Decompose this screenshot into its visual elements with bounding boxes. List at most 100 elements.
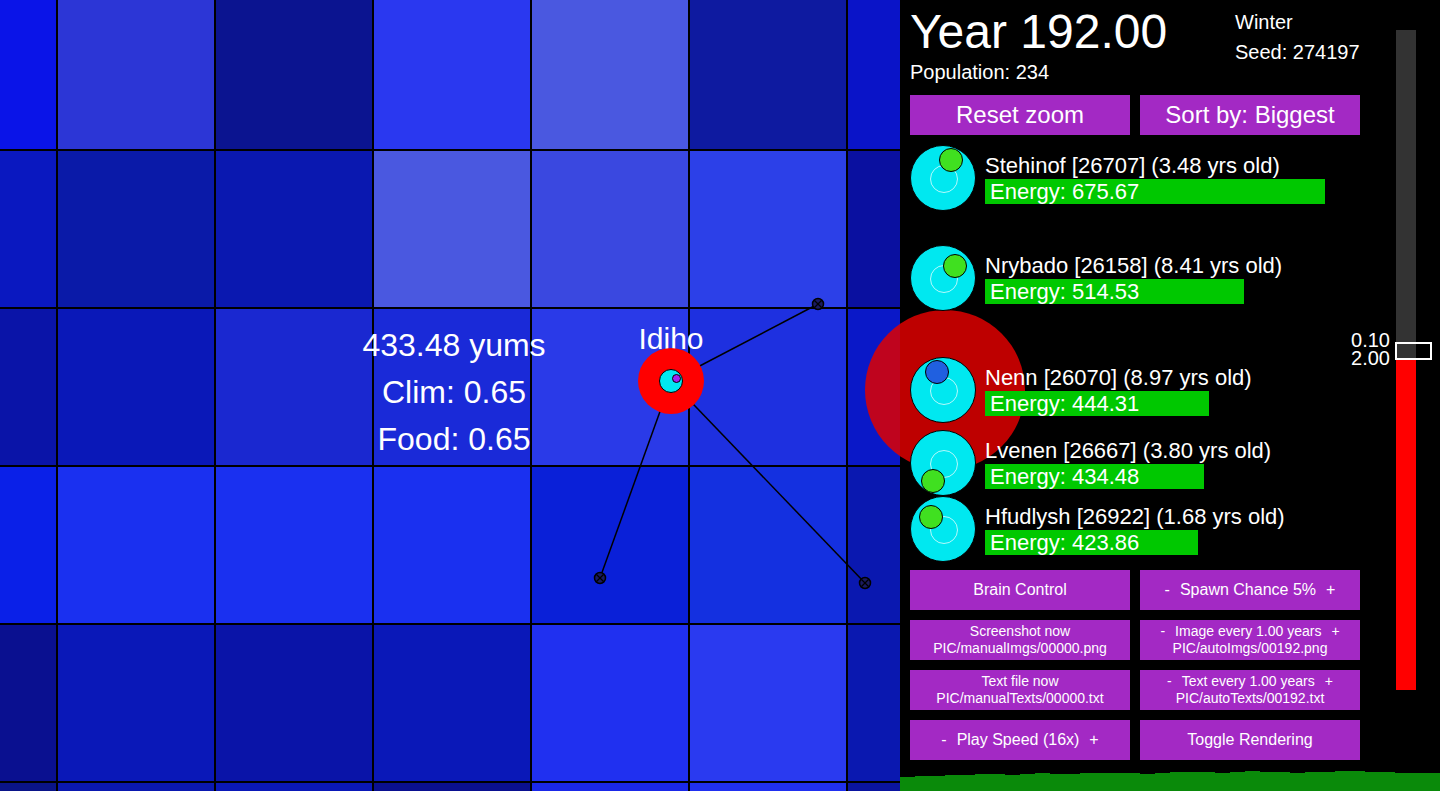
top-buttons: Reset zoomSort by: Biggest [910,95,1360,135]
control-button[interactable]: Text file nowPIC/manualTexts/00000.txt [910,670,1130,710]
map-tile[interactable] [58,309,214,465]
map-tile[interactable] [374,0,530,149]
map-tile[interactable] [374,467,530,623]
speed-slider[interactable] [1396,30,1416,690]
control-button[interactable]: -Spawn Chance 5%+ [1140,570,1360,610]
map-tile[interactable] [690,467,846,623]
map-tile[interactable] [0,151,56,307]
map-tile[interactable] [690,309,846,465]
decrease-button[interactable]: - [1167,673,1172,690]
map-tile[interactable] [690,625,846,781]
map-tile[interactable] [58,625,214,781]
sort-button[interactable]: Sort by: Biggest [1140,95,1360,135]
energy-label: Energy: 434.48 [985,464,1325,489]
slider-handle[interactable] [1395,342,1432,360]
map-tile[interactable] [216,0,372,149]
map-tile[interactable] [374,151,530,307]
map-tile[interactable] [374,625,530,781]
population-bar [1005,775,1020,791]
population-bar [1260,772,1275,791]
map-tile[interactable] [216,309,372,465]
increase-button[interactable]: + [1325,673,1333,690]
control-button[interactable]: Toggle Rendering [1140,720,1360,760]
population-bar [1230,772,1245,791]
creature-mouth-icon [939,148,963,172]
map-tile[interactable] [690,783,846,791]
map-tile[interactable] [58,467,214,623]
control-button[interactable]: -Image every 1.00 years+PIC/autoImgs/001… [1140,620,1360,660]
decrease-button[interactable]: - [1165,580,1170,600]
map-tile[interactable] [58,151,214,307]
population-bar [945,775,960,791]
reset-zoom-button[interactable]: Reset zoom [910,95,1130,135]
population-bar [1050,774,1065,791]
panel-content: Year 192.00 Population: 234WinterSeed: 27… [910,0,1360,760]
map-tile[interactable] [532,151,688,307]
creature-icon [910,430,976,496]
population-bar [1125,773,1140,791]
tile-food-amount: 433.48 yums [362,322,545,369]
map-tile[interactable] [216,783,372,791]
leaderboard-row[interactable]: Nenn [26070] (8.97 yrs old)Energy: 444.3… [910,357,1360,423]
population-bar [1245,771,1260,791]
map-tile[interactable] [848,625,900,781]
map-tile[interactable] [374,783,530,791]
map-tile[interactable] [848,783,900,791]
creature-mouth-icon [672,374,681,383]
leaderboard-row[interactable]: Nrybado [26158] (8.41 yrs old)Energy: 51… [910,245,1360,311]
control-button[interactable]: Screenshot nowPIC/manualImgs/00000.png [910,620,1130,660]
map-tile[interactable] [0,467,56,623]
control-path: PIC/autoImgs/00192.png [1173,640,1328,657]
control-button[interactable]: Brain Control [910,570,1130,610]
map-tile[interactable] [58,783,214,791]
map-tile[interactable] [532,783,688,791]
world-map[interactable]: 433.48 yumsClim: 0.65Food: 0.65Idiho [0,0,900,791]
control-button[interactable]: -Play Speed (16x)+ [910,720,1130,760]
map-tile[interactable] [0,625,56,781]
creature-icon [910,245,976,311]
leaderboard-info: Lvenen [26667] (3.80 yrs old)Energy: 434… [985,438,1325,489]
map-tile[interactable] [0,783,56,791]
control-button[interactable]: -Text every 1.00 years+PIC/autoTexts/001… [1140,670,1360,710]
map-tile[interactable] [216,151,372,307]
map-tile[interactable] [690,151,846,307]
slider-labels: 0.102.00 [1351,331,1390,367]
leaderboard-row[interactable]: Hfudlysh [26922] (1.68 yrs old)Energy: 4… [910,496,1360,562]
decrease-button[interactable]: - [941,730,946,750]
map-tile[interactable] [532,625,688,781]
population-label: Population: 234 [910,60,1235,84]
map-tile[interactable] [216,625,372,781]
map-tile[interactable] [848,151,900,307]
creature-name: Nenn [26070] (8.97 yrs old) [985,365,1325,391]
map-tile[interactable] [216,467,372,623]
map-tile[interactable] [58,0,214,149]
population-bar [1425,773,1440,791]
map-tile[interactable] [848,0,900,149]
population-bar [1155,773,1170,791]
header-right: WinterSeed: 274197 [1235,0,1360,95]
map-tile[interactable] [532,467,688,623]
decrease-button[interactable]: - [1160,623,1165,640]
population-bar [1320,772,1335,791]
year-label: Year 192.00 [910,8,1235,56]
map-tile[interactable] [848,467,900,623]
tile-food-level: Food: 0.65 [378,416,531,463]
map-tile[interactable] [690,0,846,149]
population-bar [975,774,990,791]
increase-button[interactable]: + [1326,580,1335,600]
creature-mouth-icon [919,505,943,529]
population-bar [1170,772,1185,791]
population-bar [1305,772,1320,791]
leaderboard-row[interactable]: Lvenen [26667] (3.80 yrs old)Energy: 434… [910,430,1360,496]
map-tile[interactable] [532,0,688,149]
leaderboard-row[interactable]: Stehinof [26707] (3.48 yrs old)Energy: 6… [910,145,1360,211]
creature-icon [910,145,976,211]
increase-button[interactable]: + [1089,730,1098,750]
population-bar [990,774,1005,791]
control-label: Text file now [981,673,1058,690]
map-tile[interactable] [0,309,56,465]
creature-body[interactable] [638,348,704,414]
creature-name: Stehinof [26707] (3.48 yrs old) [985,153,1325,179]
map-tile[interactable] [0,0,56,149]
increase-button[interactable]: + [1331,623,1339,640]
